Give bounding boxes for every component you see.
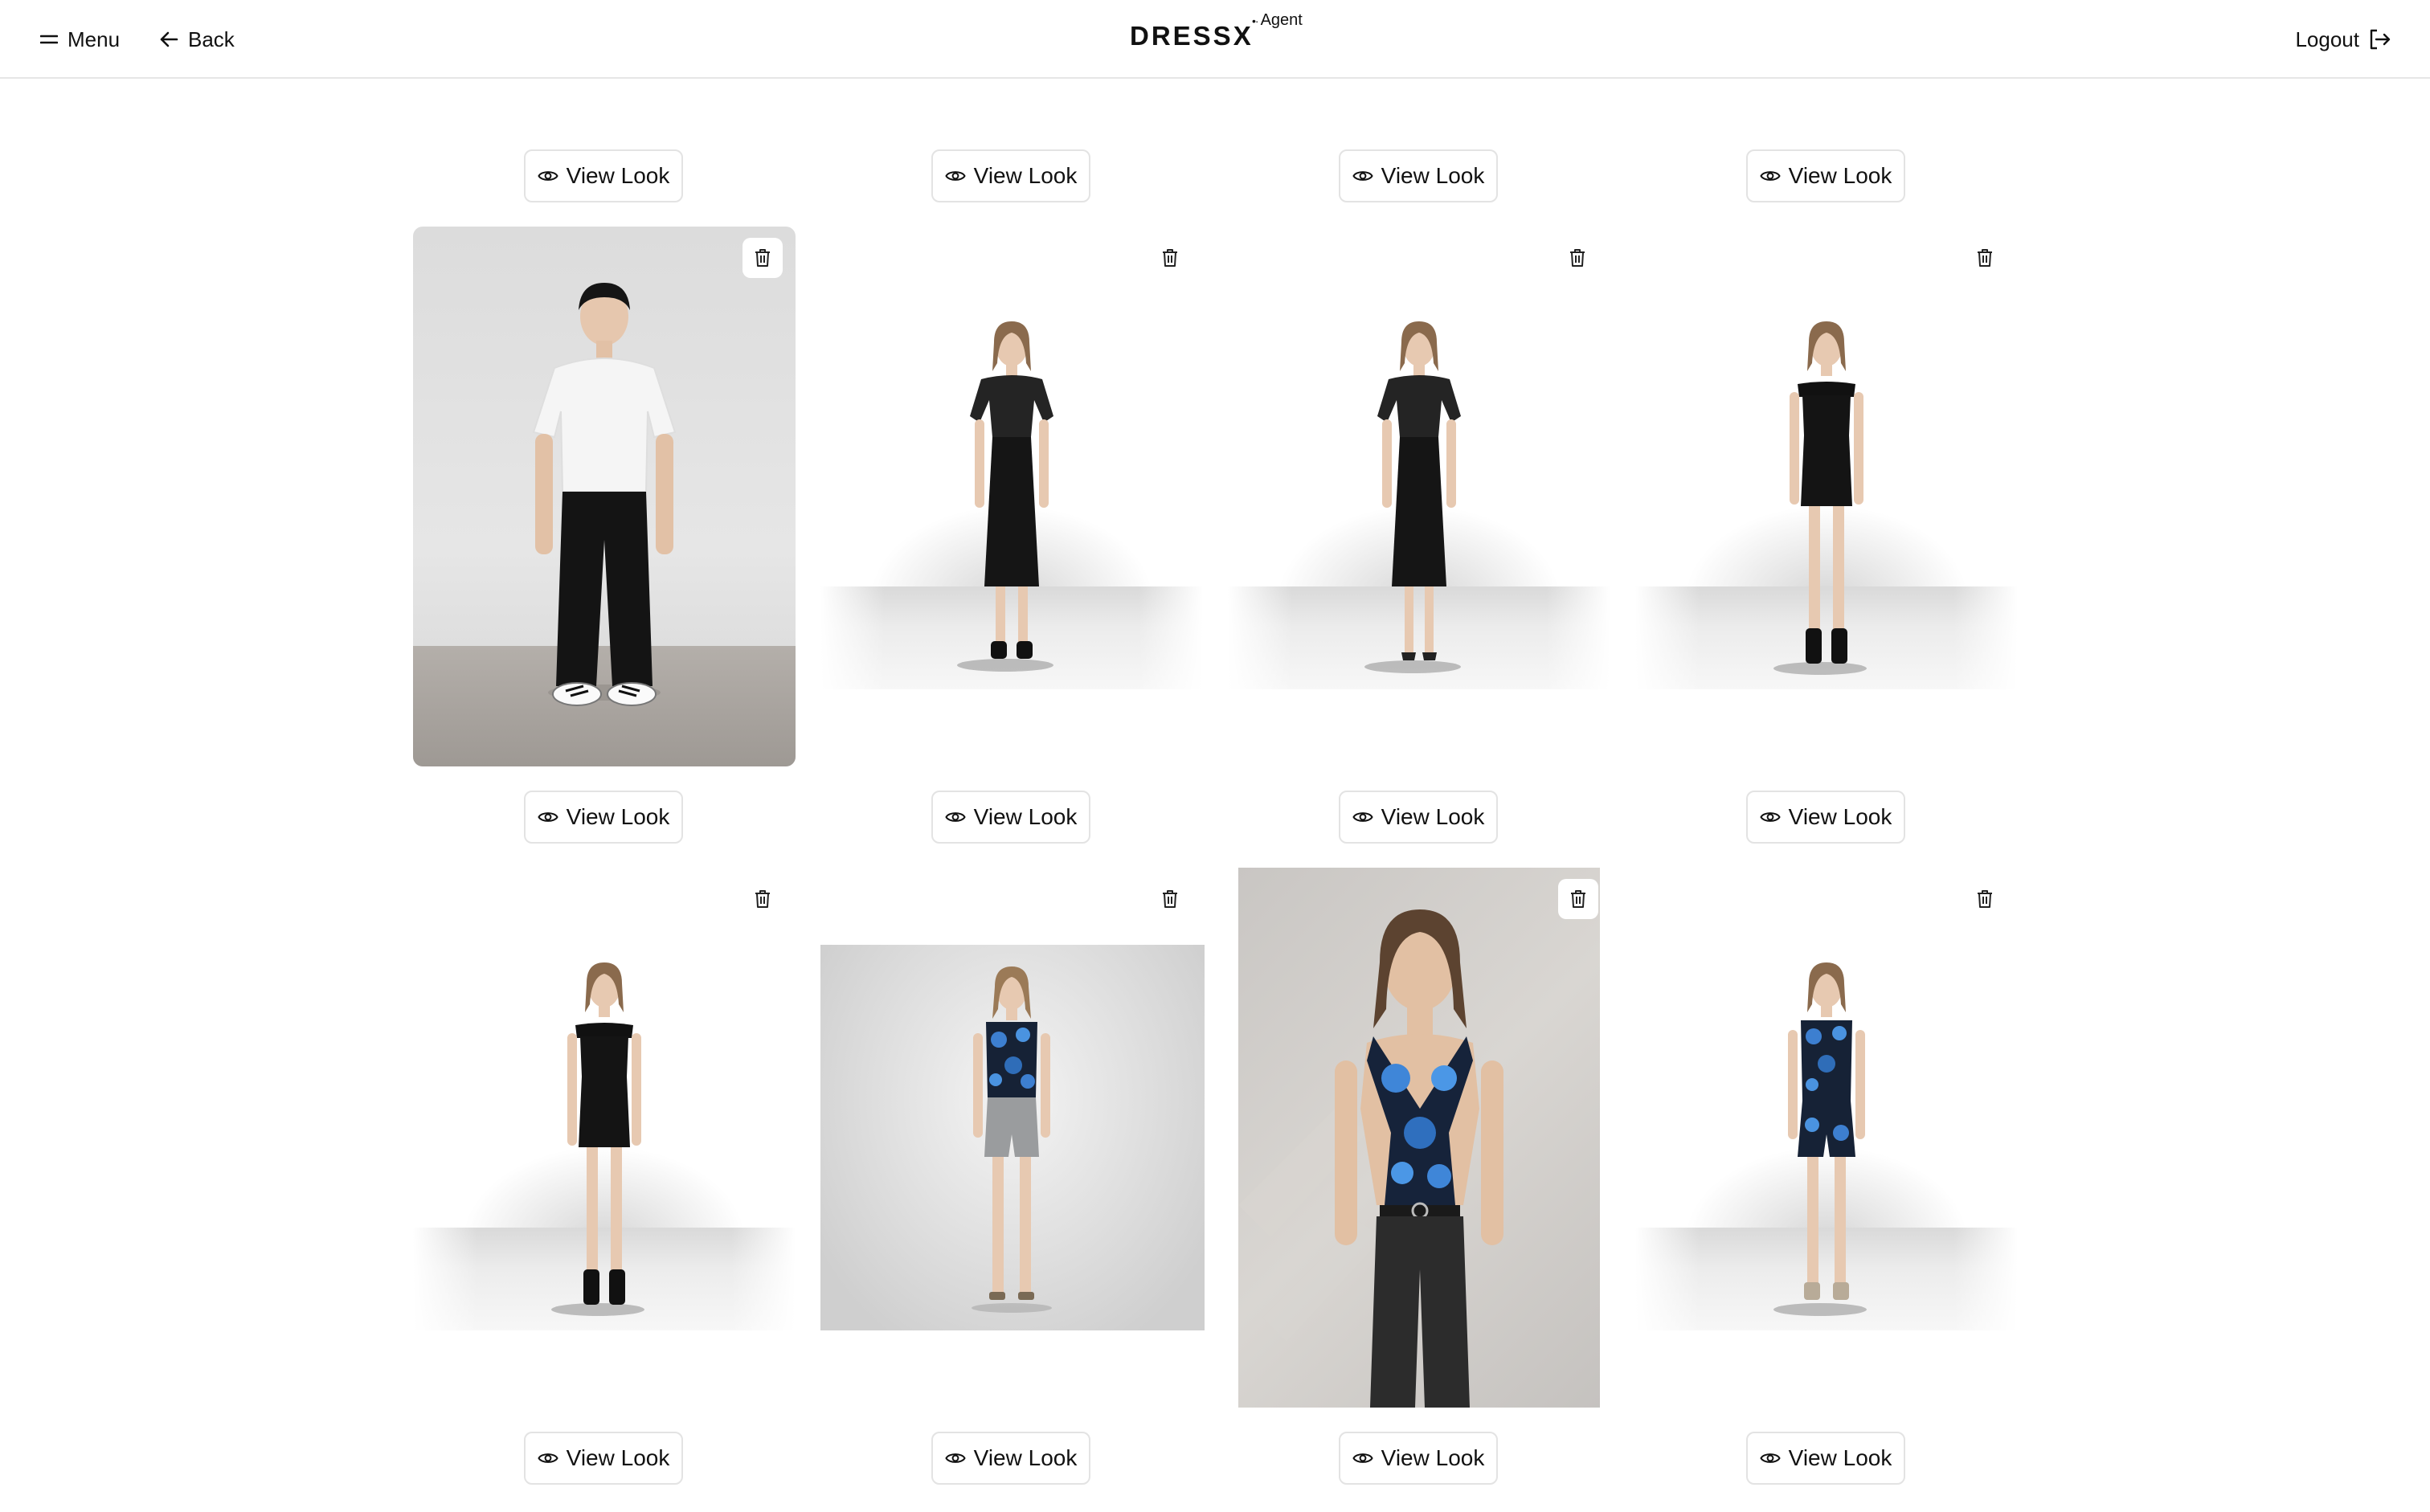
logo-superscript-label: Agent: [1260, 11, 1303, 29]
trash-icon: [1976, 889, 1994, 909]
eye-icon: [538, 169, 558, 183]
delete-look-button[interactable]: [742, 879, 783, 919]
view-look-label: View Look: [1788, 804, 1892, 829]
look-photo[interactable]: [1238, 868, 1600, 1408]
look-card[interactable]: [1228, 227, 1612, 766]
eye-icon: [945, 810, 966, 824]
eye-icon: [945, 1451, 966, 1465]
eye-icon: [538, 1451, 558, 1465]
eye-icon: [945, 169, 966, 183]
model-figure: [1364, 321, 1461, 673]
look-photo[interactable]: [413, 868, 796, 1330]
model-figure: [532, 283, 677, 706]
eye-icon: [538, 810, 558, 824]
delete-look-button[interactable]: [1965, 879, 2005, 919]
model-figure: [972, 966, 1052, 1313]
view-look-label: View Look: [1381, 1445, 1485, 1470]
view-look-label: View Look: [1381, 804, 1485, 829]
logo-superscript: •· Agent: [1252, 11, 1303, 30]
look-photo[interactable]: [1635, 868, 2018, 1330]
delete-look-button[interactable]: [1150, 238, 1190, 278]
view-look-button[interactable]: View Look: [1746, 149, 1905, 202]
model-figure: [1773, 321, 1867, 675]
model-figure: [1238, 909, 1503, 1408]
view-look-button[interactable]: View Look: [1339, 1432, 1498, 1485]
menu-label: Menu: [68, 27, 121, 51]
logout-icon: [2369, 29, 2391, 50]
view-look-button[interactable]: View Look: [1339, 149, 1498, 202]
view-look-label: View Look: [1788, 163, 1892, 188]
back-label: Back: [188, 27, 235, 51]
back-button[interactable]: Back: [159, 19, 235, 59]
model-figure: [957, 321, 1053, 672]
eye-icon: [1352, 1451, 1373, 1465]
view-look-label: View Look: [566, 1445, 670, 1470]
view-look-label: View Look: [1381, 163, 1485, 188]
view-look-button[interactable]: View Look: [1746, 1432, 1905, 1485]
logout-label: Logout: [2295, 27, 2359, 51]
logo-text: DRESSX: [1130, 21, 1254, 51]
model-figure: [1773, 962, 1867, 1316]
look-photo[interactable]: [413, 227, 796, 766]
view-look-label: View Look: [1788, 1445, 1892, 1470]
trash-icon: [754, 248, 771, 268]
eye-icon: [1352, 169, 1373, 183]
delete-look-button[interactable]: [1965, 238, 2005, 278]
look-photo[interactable]: [820, 945, 1205, 1330]
look-card[interactable]: [820, 227, 1205, 766]
view-look-button[interactable]: View Look: [931, 149, 1090, 202]
view-look-button[interactable]: View Look: [931, 1432, 1090, 1485]
look-photo[interactable]: [1635, 227, 2018, 689]
eye-icon: [1352, 810, 1373, 824]
look-card[interactable]: [413, 227, 797, 766]
model-figure: [551, 962, 644, 1316]
look-photo[interactable]: [1228, 227, 1610, 689]
eye-icon: [1760, 169, 1781, 183]
view-look-button[interactable]: View Look: [931, 791, 1090, 844]
menu-button[interactable]: Menu: [40, 19, 120, 59]
logout-button[interactable]: Logout: [2295, 19, 2391, 59]
delete-look-button[interactable]: [742, 238, 783, 278]
trash-icon: [1569, 889, 1587, 909]
trash-icon: [1161, 889, 1179, 909]
eye-icon: [1760, 810, 1781, 824]
look-card[interactable]: [1238, 868, 1622, 1408]
trash-icon: [1161, 248, 1179, 268]
look-card[interactable]: [820, 868, 1205, 1408]
top-navbar: Menu Back DRESSX •· Agent Logout: [0, 0, 2430, 79]
delete-look-button[interactable]: [1150, 879, 1190, 919]
view-look-button[interactable]: View Look: [524, 1432, 683, 1485]
delete-look-button[interactable]: [1557, 238, 1598, 278]
logo-dots-icon: •·: [1252, 14, 1259, 27]
view-look-button[interactable]: View Look: [1339, 791, 1498, 844]
view-look-label: View Look: [973, 804, 1078, 829]
look-card[interactable]: [1635, 227, 2019, 766]
trash-icon: [754, 889, 771, 909]
view-look-button[interactable]: View Look: [524, 791, 683, 844]
view-look-label: View Look: [566, 163, 670, 188]
dressx-agent-logo[interactable]: DRESSX •· Agent: [1130, 11, 1315, 67]
view-look-button[interactable]: View Look: [524, 149, 683, 202]
menu-icon: [40, 34, 58, 45]
look-card[interactable]: [413, 868, 797, 1408]
view-look-label: View Look: [566, 804, 670, 829]
view-look-label: View Look: [973, 163, 1078, 188]
view-look-label: View Look: [973, 1445, 1078, 1470]
arrow-left-icon: [159, 31, 178, 48]
look-photo[interactable]: [820, 227, 1203, 689]
view-look-button[interactable]: View Look: [1746, 791, 1905, 844]
delete-look-button[interactable]: [1558, 879, 1598, 919]
trash-icon: [1569, 248, 1586, 268]
look-card[interactable]: [1635, 868, 2019, 1408]
eye-icon: [1760, 1451, 1781, 1465]
trash-icon: [1976, 248, 1994, 268]
